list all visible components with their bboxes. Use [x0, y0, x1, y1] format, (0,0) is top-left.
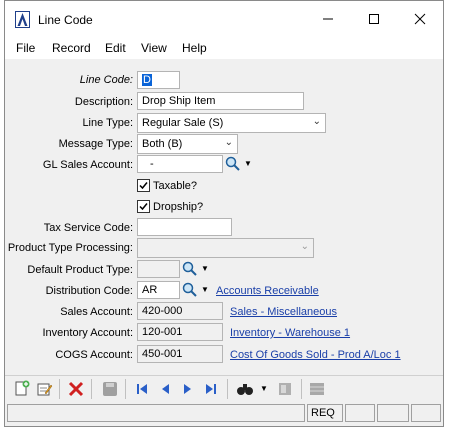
app-logo-icon: [15, 11, 30, 28]
message-type-select[interactable]: Both (B) ⌄: [137, 134, 238, 154]
chevron-down-icon: ⌄: [300, 241, 309, 252]
inventory-account-link[interactable]: Inventory - Warehouse 1: [230, 327, 350, 339]
cogs-account-input[interactable]: 450-001: [137, 345, 223, 363]
line-code-window: Line Code File Record Edit View Help Lin…: [4, 0, 444, 427]
message-type-value: Both (B): [142, 138, 183, 150]
lookup-search-icon[interactable]: [225, 156, 241, 172]
distribution-code-label: Distribution Code:: [45, 285, 133, 297]
toolbar-separator: [301, 379, 302, 399]
new-record-icon[interactable]: [13, 380, 31, 398]
inventory-account-input[interactable]: 120-001: [137, 323, 223, 341]
edit-record-icon[interactable]: [35, 380, 53, 398]
product-type-processing-select[interactable]: ⌄: [137, 238, 314, 258]
distribution-code-input[interactable]: AR: [137, 281, 180, 299]
status-pane-empty: [345, 404, 375, 422]
status-bar: REQ: [5, 402, 443, 426]
lookup-dropdown-icon[interactable]: ▼: [200, 260, 210, 278]
status-pane-empty: [377, 404, 409, 422]
default-product-type-label: Default Product Type:: [27, 264, 133, 276]
description-input[interactable]: Drop Ship Item: [137, 92, 304, 110]
sales-account-input[interactable]: 420-000: [137, 302, 223, 320]
next-record-icon[interactable]: [179, 380, 197, 398]
last-record-icon[interactable]: [202, 380, 220, 398]
chevron-down-icon: ⌄: [224, 137, 233, 148]
line-code-form: Line Code: D Description: Drop Ship Item…: [5, 60, 443, 373]
status-pane-empty: [411, 404, 441, 422]
line-type-select[interactable]: Regular Sale (S) ⌄: [137, 113, 326, 133]
tax-service-code-label: Tax Service Code:: [43, 222, 133, 234]
product-type-processing-label: Product Type Processing:: [7, 242, 133, 254]
description-label: Description:: [74, 96, 133, 108]
chevron-down-icon: ⌄: [312, 116, 321, 127]
toolbar-separator: [91, 379, 92, 399]
gl-sales-account-input[interactable]: -: [137, 155, 223, 173]
lookup-dropdown-icon[interactable]: ▼: [200, 281, 210, 299]
line-type-value: Regular Sale (S): [142, 117, 224, 129]
chevron-down-icon[interactable]: ▼: [259, 380, 269, 398]
cogs-account-link[interactable]: Cost Of Goods Sold - Prod A/Loc 1: [230, 349, 401, 361]
grid-view-icon[interactable]: [308, 380, 326, 398]
toolbar-separator: [59, 379, 60, 399]
sales-account-link[interactable]: Sales - Miscellaneous: [230, 306, 337, 318]
first-record-icon[interactable]: [133, 380, 151, 398]
maximize-button[interactable]: [351, 7, 397, 33]
toolbar: ▼: [5, 375, 443, 402]
taxable-checkbox[interactable]: [137, 179, 150, 192]
menu-edit[interactable]: Edit: [105, 41, 126, 55]
line-type-label: Line Type:: [82, 117, 133, 129]
previous-record-icon[interactable]: [156, 380, 174, 398]
window-title: Line Code: [38, 13, 93, 27]
report-icon[interactable]: [276, 380, 294, 398]
minimize-button[interactable]: [305, 7, 351, 33]
sales-account-label: Sales Account:: [60, 306, 133, 318]
lookup-search-icon[interactable]: [182, 282, 198, 298]
line-code-label: Line Code:: [79, 74, 133, 86]
dropship-checkbox[interactable]: [137, 200, 150, 213]
lookup-dropdown-icon[interactable]: ▼: [243, 155, 253, 173]
inventory-account-label: Inventory Account:: [42, 327, 134, 339]
menu-help[interactable]: Help: [182, 41, 207, 55]
binoculars-icon[interactable]: [236, 380, 254, 398]
menu-file[interactable]: File: [16, 41, 35, 55]
cogs-account-label: COGS Account:: [55, 349, 133, 361]
title-bar: Line Code: [5, 1, 443, 37]
menu-view[interactable]: View: [141, 41, 167, 55]
menu-bar: File Record Edit View Help: [5, 37, 443, 59]
save-icon[interactable]: [101, 380, 119, 398]
close-button[interactable]: [397, 7, 443, 33]
status-pane-req: REQ: [307, 404, 343, 422]
tax-service-code-input[interactable]: [137, 218, 232, 236]
gl-sales-account-label: GL Sales Account:: [42, 159, 133, 171]
status-pane-message: [7, 404, 305, 422]
menu-record[interactable]: Record: [52, 41, 91, 55]
delete-icon[interactable]: [67, 380, 85, 398]
line-code-value: D: [142, 74, 152, 86]
toolbar-separator: [125, 379, 126, 399]
toolbar-separator: [227, 379, 228, 399]
taxable-label: Taxable?: [153, 180, 198, 192]
message-type-label: Message Type:: [58, 138, 133, 150]
distribution-code-link[interactable]: Accounts Receivable: [216, 285, 319, 297]
line-code-input[interactable]: D: [137, 71, 180, 89]
dropship-label: Dropship?: [153, 201, 204, 213]
lookup-search-icon[interactable]: [182, 261, 198, 277]
default-product-type-input[interactable]: [137, 260, 180, 278]
